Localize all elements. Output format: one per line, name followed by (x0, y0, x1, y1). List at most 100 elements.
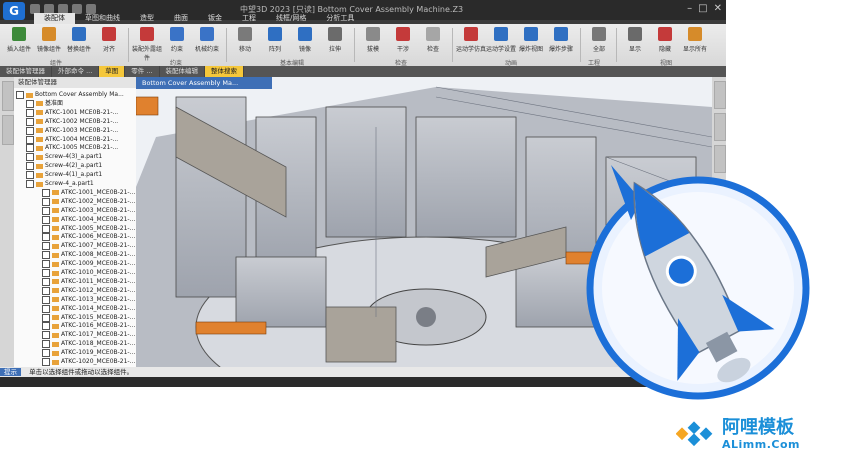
tree-row[interactable]: ATKC-1016_MCE0B-21-... (42, 322, 135, 331)
visibility-checkbox[interactable] (26, 135, 34, 144)
visibility-checkbox[interactable] (42, 242, 50, 251)
tree-row[interactable]: ATKC-1013_MCE0B-21-... (42, 295, 135, 304)
visibility-checkbox[interactable] (26, 126, 34, 135)
doc-tab[interactable]: 装配体管理器 (0, 66, 52, 77)
visibility-checkbox[interactable] (42, 269, 50, 277)
tree-row[interactable]: ATKC-1005_MCE0B-21-... (42, 224, 135, 233)
visibility-checkbox[interactable] (42, 313, 50, 322)
menu-tab[interactable]: 曲面 (164, 13, 198, 24)
tree-row[interactable]: ATKC-1009_MCE0B-21-... (42, 260, 135, 269)
visibility-checkbox[interactable] (26, 171, 34, 180)
visibility-checkbox[interactable] (42, 304, 50, 313)
menu-tab[interactable]: 装配体 (34, 13, 75, 24)
visibility-checkbox[interactable] (26, 162, 34, 171)
tree-row[interactable]: ATKC-1019_MCE0B-21-... (42, 349, 135, 358)
ribbon-button[interactable]: 机械约束 (192, 27, 222, 63)
visibility-checkbox[interactable] (42, 358, 50, 366)
ribbon-button[interactable]: 运动学仿真 (456, 27, 486, 63)
visibility-checkbox[interactable] (42, 286, 50, 295)
tree-row[interactable]: ATKC-1002 MCE0B-21-... (26, 117, 118, 126)
visibility-checkbox[interactable] (42, 251, 50, 260)
side-tab-right[interactable] (714, 81, 726, 109)
visibility-checkbox[interactable] (42, 188, 50, 197)
tree-row[interactable]: ATKC-1007_MCE0B-21-... (42, 242, 135, 251)
side-tab-right[interactable] (714, 113, 726, 141)
tree-row[interactable]: 基准面 (26, 99, 63, 108)
tree-row[interactable]: ATKC-1004 MCE0B-21-... (26, 135, 119, 144)
tree-row[interactable]: ATKC-1005 MCE0B-21-... (26, 144, 118, 153)
tree-row[interactable]: ATKC-1012_MCE0B-21-... (42, 286, 135, 295)
menu-tab[interactable]: 钣金 (198, 13, 232, 24)
tree-row-label: ATKC-1004 MCE0B-21-... (45, 135, 119, 143)
menu-tab[interactable]: 工程 (232, 13, 266, 24)
ribbon-button[interactable]: 移动 (230, 27, 260, 63)
ribbon-button[interactable]: 检查 (418, 27, 448, 63)
ribbon-button[interactable]: 拉伸 (320, 27, 350, 63)
app-logo-icon[interactable]: G (3, 2, 25, 20)
doc-tab[interactable]: 草图 (99, 66, 126, 77)
ribbon-button[interactable]: 显示 (620, 27, 650, 63)
visibility-checkbox[interactable] (42, 277, 50, 286)
visibility-checkbox[interactable] (42, 322, 50, 331)
visibility-checkbox[interactable] (26, 153, 34, 162)
visibility-checkbox[interactable] (42, 224, 50, 233)
visibility-checkbox[interactable] (16, 91, 24, 99)
tree-row[interactable]: ATKC-1015_MCE0B-21-... (42, 313, 135, 322)
menu-tab[interactable]: 造型 (130, 13, 164, 24)
ribbon-button[interactable]: 替换组件 (64, 27, 94, 63)
visibility-checkbox[interactable] (42, 233, 50, 242)
visibility-checkbox[interactable] (42, 349, 50, 358)
close-icon[interactable]: ✕ (714, 3, 722, 14)
tree-row[interactable]: ATKC-1010_MCE0B-21-... (42, 269, 135, 277)
visibility-checkbox[interactable] (42, 295, 50, 304)
side-tab-left[interactable] (2, 81, 14, 111)
doc-tab[interactable]: 整体搜索 (205, 66, 245, 77)
visibility-checkbox[interactable] (42, 260, 50, 269)
visibility-checkbox[interactable] (42, 340, 50, 349)
tree-row[interactable]: Screw-4(3)_a.part1 (26, 153, 102, 162)
tree-row[interactable]: ATKC-1003_MCE0B-21-... (42, 206, 135, 215)
tree-row[interactable]: Screw-4(2)_a.part1 (26, 162, 102, 171)
visibility-checkbox[interactable] (26, 99, 34, 108)
visibility-checkbox[interactable] (26, 180, 34, 188)
ribbon-button[interactable]: 插入组件 (4, 27, 34, 63)
visibility-checkbox[interactable] (42, 331, 50, 340)
ribbon-button[interactable]: 爆炸步骤 (546, 27, 576, 63)
ribbon-button[interactable]: 爆炸视图 (516, 27, 546, 63)
doc-tab[interactable]: 零件 ... (125, 66, 160, 77)
tree-row[interactable]: ATKC-1003 MCE0B-21-... (26, 126, 118, 135)
tree-row[interactable]: ATKC-1004_MCE0B-21-... (42, 215, 135, 224)
visibility-checkbox[interactable] (42, 197, 50, 206)
visibility-checkbox[interactable] (42, 206, 50, 215)
tree-row[interactable]: ATKC-1018_MCE0B-21-... (42, 340, 135, 349)
tree-row[interactable]: Screw-4_a.part1 (26, 180, 94, 188)
ribbon-button[interactable]: 显示所有 (680, 27, 710, 63)
tree-row[interactable]: ATKC-1001_MCE0B-21-... (42, 188, 135, 197)
tree-row[interactable]: Screw-4(1)_a.part1 (26, 171, 102, 180)
doc-tab[interactable]: 装配体编辑 (160, 66, 206, 77)
doc-tab[interactable]: 外部命令 ... (52, 66, 100, 77)
tree-row[interactable]: ATKC-1017_MCE0B-21-... (42, 331, 135, 340)
ribbon-button[interactable]: 拔模 (358, 27, 388, 63)
viewport-tab[interactable]: Bottom Cover Assembly Ma... (136, 77, 272, 89)
minimize-icon[interactable]: – (687, 3, 692, 14)
maximize-icon[interactable]: □ (698, 3, 707, 14)
tree-row[interactable]: ATKC-1020_MCE0B-21-... (42, 358, 135, 366)
tree-row[interactable]: ATKC-1002_MCE0B-21-... (42, 197, 135, 206)
ribbon-button[interactable]: 对齐 (94, 27, 124, 63)
menu-tab[interactable]: 草图和曲线 (75, 13, 130, 24)
side-tab-left[interactable] (2, 115, 14, 145)
tree-row[interactable]: ATKC-1014_MCE0B-21-... (42, 304, 135, 313)
visibility-checkbox[interactable] (42, 215, 50, 224)
ribbon-button[interactable]: 装配外露组件 (132, 27, 162, 63)
visibility-checkbox[interactable] (26, 144, 34, 153)
tree-row[interactable]: Bottom Cover Assembly Ma... (16, 91, 124, 99)
tree-row[interactable]: ATKC-1011_MCE0B-21-... (42, 277, 135, 286)
tree-row[interactable]: ATKC-1006_MCE0B-21-... (42, 233, 135, 242)
tree-row[interactable]: ATKC-1008_MCE0B-21-... (42, 251, 135, 260)
menu-tab[interactable]: 分析工具 (316, 13, 364, 24)
visibility-checkbox[interactable] (26, 108, 34, 117)
visibility-checkbox[interactable] (26, 117, 34, 126)
tree-row[interactable]: ATKC-1001 MCE0B-21-... (26, 108, 118, 117)
menu-tab[interactable]: 线框/网格 (266, 13, 316, 24)
